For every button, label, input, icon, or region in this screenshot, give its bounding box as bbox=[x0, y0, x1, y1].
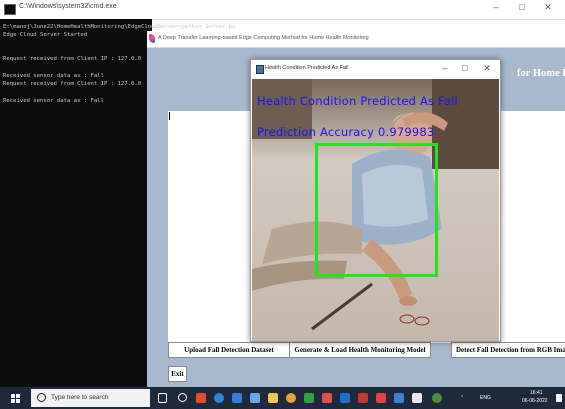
app-icon-8[interactable] bbox=[358, 393, 368, 403]
tray-date[interactable]: 06-06-2022 bbox=[522, 398, 548, 404]
tray-arrow-icon[interactable]: ⌃ bbox=[460, 395, 464, 401]
app-icon-4[interactable] bbox=[286, 393, 296, 403]
windows-start-icon[interactable] bbox=[11, 394, 21, 403]
prediction-popup: Health Condition Predicted As Fall – □ ✕ bbox=[250, 59, 501, 342]
popup-close-icon[interactable]: ✕ bbox=[479, 63, 495, 74]
app-title-bar[interactable]: A Deep Transfer Learning-based Edge Comp… bbox=[147, 31, 565, 48]
app-icon-12[interactable] bbox=[432, 393, 442, 403]
edge-icon[interactable] bbox=[214, 393, 224, 403]
search-placeholder: Type here to search bbox=[51, 394, 109, 401]
console-line: Received sensor data as : Fall bbox=[3, 98, 105, 104]
maximize-icon[interactable]: □ bbox=[512, 2, 532, 12]
taskbar: Type here to search ⌃ ENG 16:41 06-06-20… bbox=[0, 387, 565, 409]
popup-title-bar[interactable]: Health Condition Predicted As Fall – □ ✕ bbox=[251, 60, 500, 78]
popup-title: Health Condition Predicted As Fall bbox=[265, 65, 349, 71]
cmd-icon bbox=[4, 4, 16, 15]
upload-dataset-button[interactable]: Upload Fall Detection Dataset bbox=[168, 342, 290, 358]
console-line: Request received from Client IP : 127.0.… bbox=[3, 56, 142, 62]
app-icon-9[interactable] bbox=[376, 393, 386, 403]
task-view-icon[interactable] bbox=[158, 393, 167, 403]
prediction-label: Health Condition Predicted As Fall bbox=[257, 94, 458, 108]
app-icon-6[interactable] bbox=[322, 393, 332, 403]
console-line: E:\manoj\June22\HomeHealthMonitoring\Edg… bbox=[3, 24, 236, 30]
taskbar-search[interactable]: Type here to search bbox=[31, 389, 150, 407]
app-icon-5[interactable] bbox=[304, 393, 314, 403]
app-icon-2[interactable] bbox=[232, 393, 242, 403]
tray-lang[interactable]: ENG bbox=[480, 395, 491, 401]
file-explorer-icon[interactable] bbox=[268, 393, 278, 403]
generate-model-button[interactable]: Generate & Load Health Monitoring Model bbox=[289, 342, 431, 358]
app-heading: for Home Health bbox=[517, 68, 565, 79]
exit-button[interactable]: Exit bbox=[168, 366, 187, 382]
app-icon-1[interactable] bbox=[196, 393, 206, 403]
tray-time[interactable]: 16:41 bbox=[530, 390, 543, 396]
feather-icon bbox=[149, 34, 155, 43]
close-icon[interactable]: ✕ bbox=[538, 2, 558, 13]
cmd-title: C:\Windows\system32\cmd.exe bbox=[19, 3, 117, 10]
cortana-icon[interactable] bbox=[178, 393, 187, 402]
app-icon-7[interactable] bbox=[340, 393, 350, 403]
console-line: Edge Cloud Server Started bbox=[3, 32, 88, 38]
popup-maximize-icon[interactable]: □ bbox=[457, 63, 473, 73]
text-cursor bbox=[169, 112, 170, 120]
app-icon-11[interactable] bbox=[412, 393, 422, 403]
cmd-title-bar[interactable]: C:\Windows\system32\cmd.exe – □ ✕ bbox=[0, 0, 565, 20]
search-icon bbox=[37, 393, 46, 402]
app-icon-10[interactable] bbox=[394, 393, 404, 403]
popup-minimize-icon[interactable]: – bbox=[437, 63, 453, 73]
window-icon bbox=[256, 65, 264, 74]
app-icon-3[interactable] bbox=[250, 393, 260, 403]
notification-icon[interactable] bbox=[556, 394, 562, 402]
fall-detection-image: Health Condition Predicted As Fall Predi… bbox=[252, 79, 499, 341]
app-title: A Deep Transfer Learning-based Edge Comp… bbox=[158, 35, 369, 41]
detection-bounding-box bbox=[315, 143, 438, 277]
console-line: Received sensor data as : Fall bbox=[3, 73, 105, 79]
minimize-icon[interactable]: – bbox=[486, 2, 506, 12]
console-output[interactable]: E:\manoj\June22\HomeHealthMonitoring\Edg… bbox=[0, 19, 235, 387]
console-line: Request received from Client IP : 127.0.… bbox=[3, 81, 142, 87]
accuracy-label: Prediction Accuracy 0.979983 bbox=[257, 125, 435, 139]
detect-fall-button[interactable]: Detect Fall Detection from RGB Ima bbox=[451, 342, 565, 358]
